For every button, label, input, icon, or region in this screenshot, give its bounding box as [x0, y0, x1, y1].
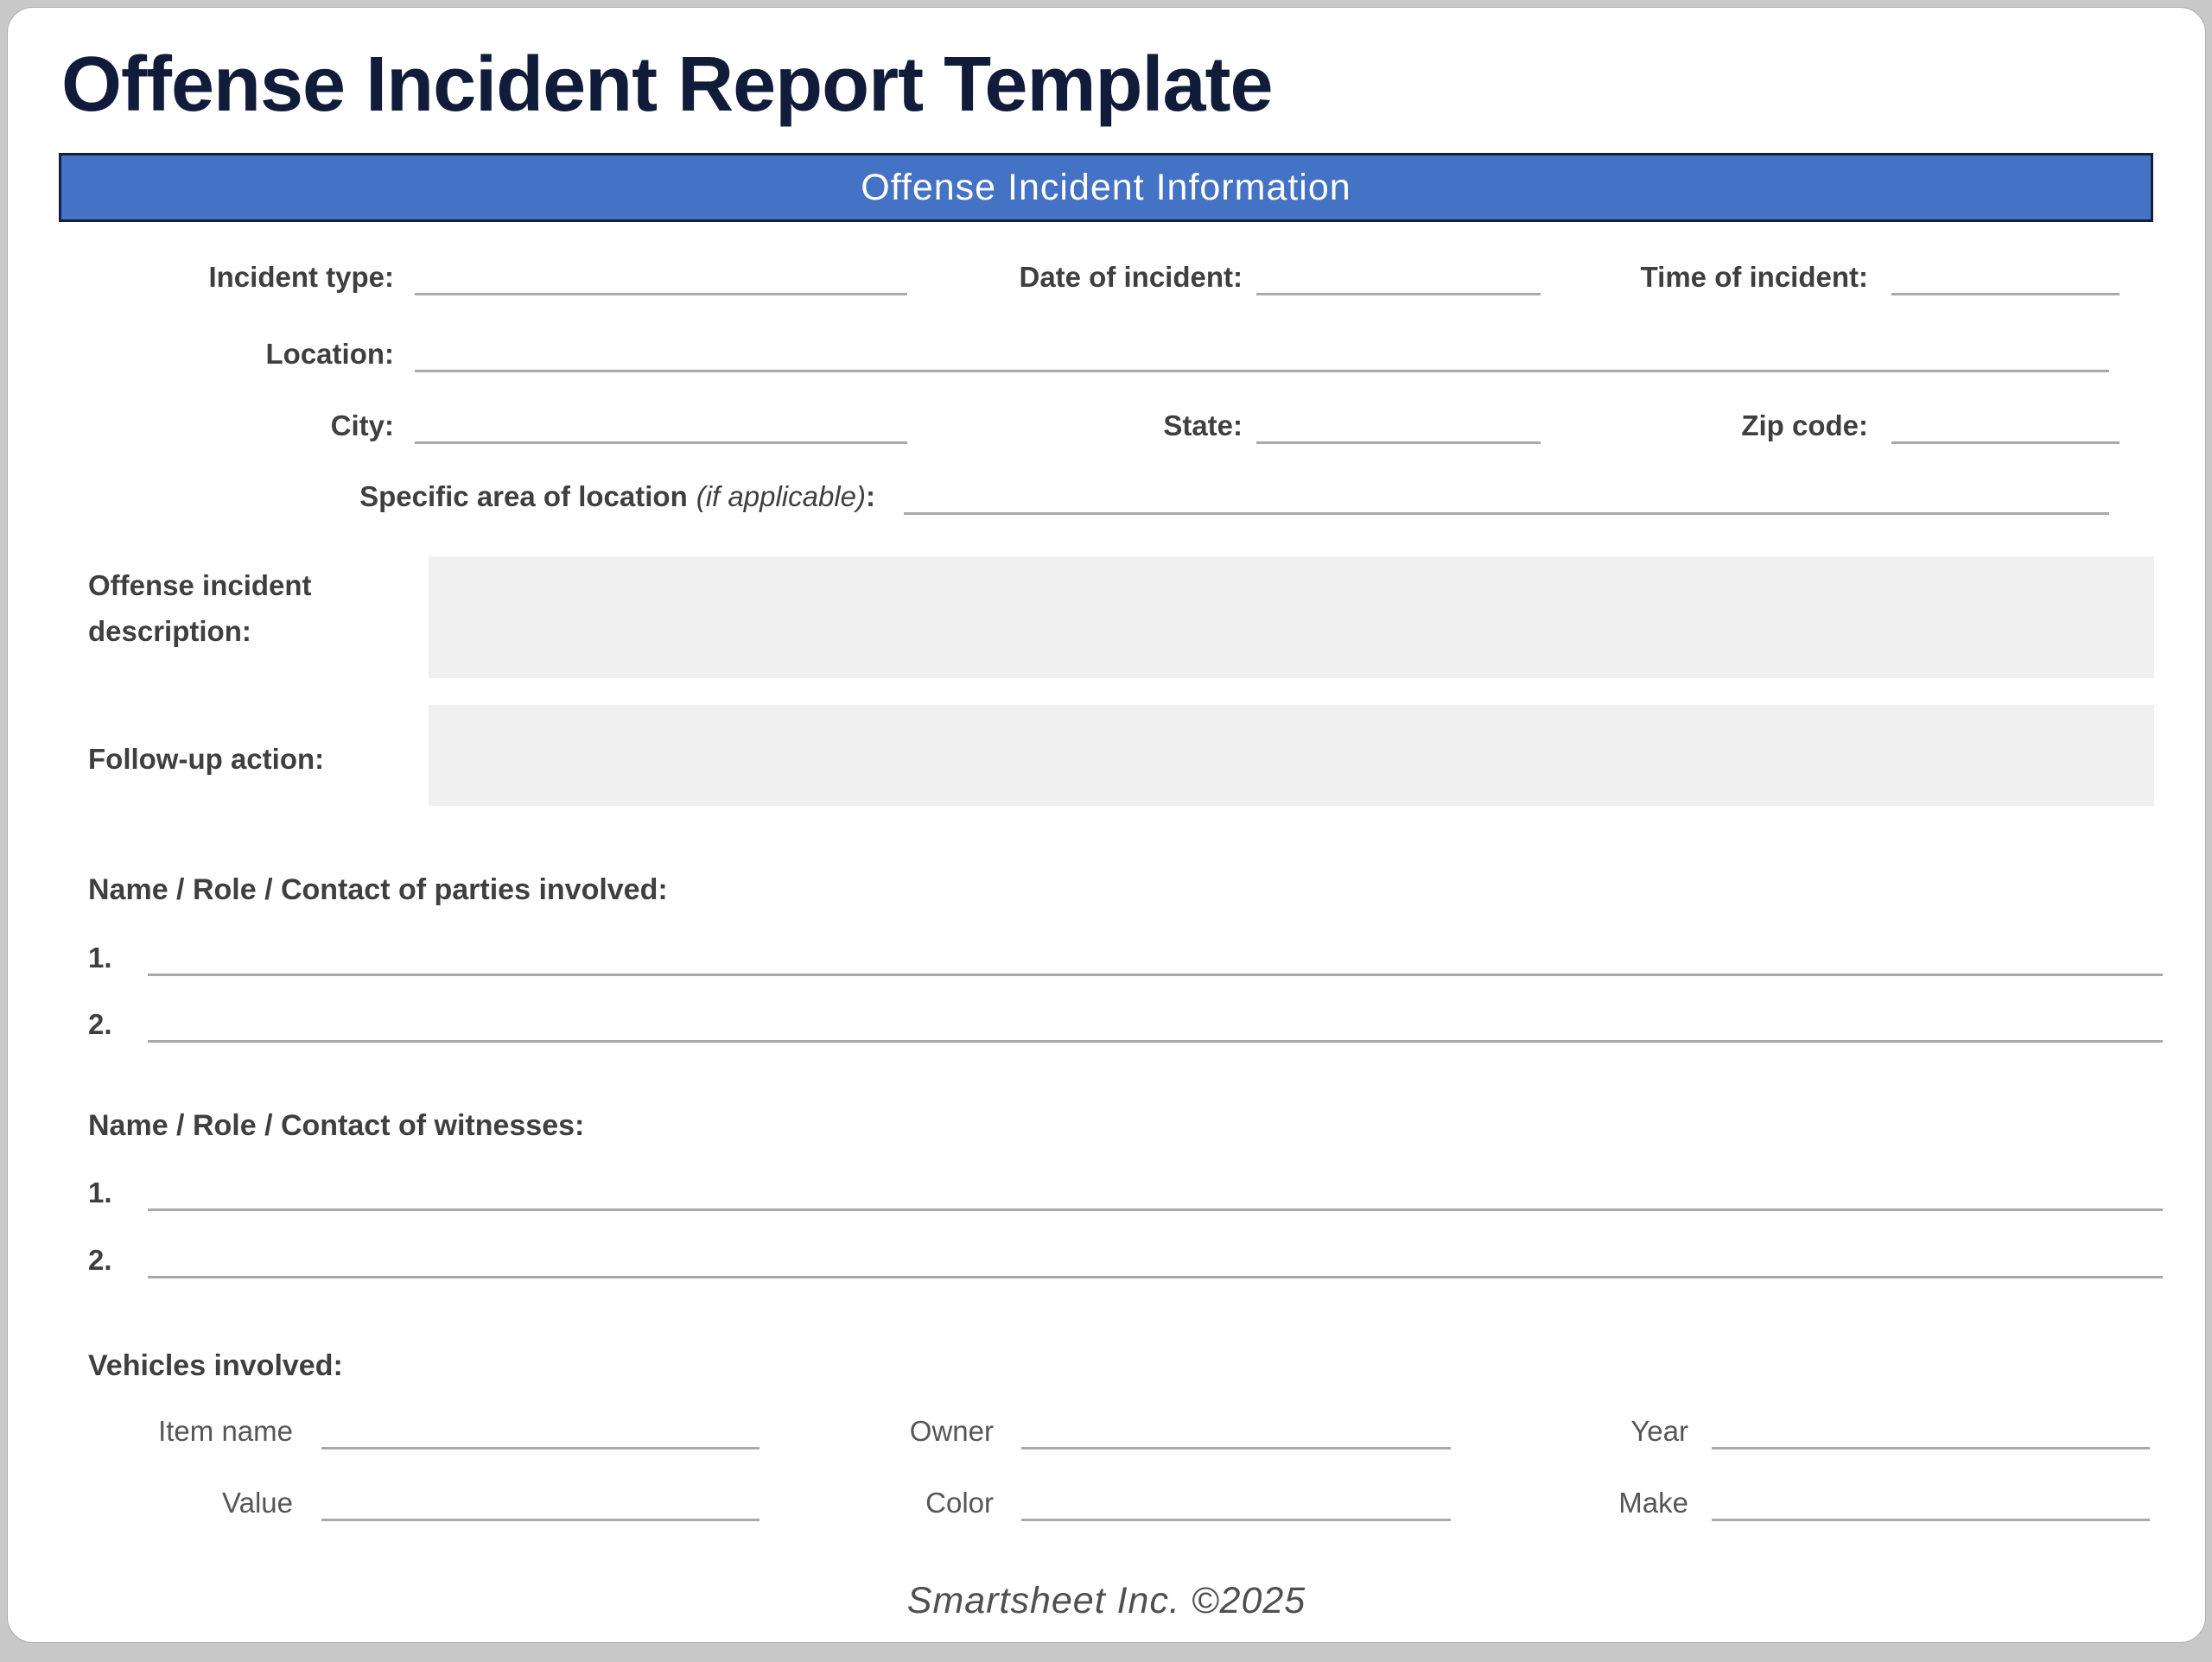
- specific-area-label: Specific area of location(if applicable)…: [94, 479, 875, 514]
- page-title: Offense Incident Report Template: [61, 41, 1273, 130]
- zip-code-input[interactable]: [1891, 408, 2120, 444]
- time-of-incident-label: Time of incident:: [1563, 260, 1868, 295]
- vehicle-year-input[interactable]: [1712, 1413, 2150, 1449]
- footer-copyright: Smartsheet Inc. ©2025: [8, 1580, 2205, 1622]
- vehicle-make-label: Make: [1468, 1486, 1688, 1520]
- parties-section-header: Name / Role / Contact of parties involve…: [88, 872, 668, 907]
- zip-code-label: Zip code:: [1563, 409, 1868, 443]
- specific-area-label-bold: Specific area of location: [359, 480, 688, 512]
- state-label: State:: [941, 409, 1243, 443]
- specific-area-input[interactable]: [904, 479, 2109, 515]
- report-document-card: Offense Incident Report Template Offense…: [7, 7, 2206, 1643]
- city-label: City:: [60, 409, 394, 443]
- witness-1-number: 1.: [88, 1176, 112, 1210]
- description-label: Offense incident description:: [88, 562, 312, 654]
- vehicle-value-label: Value: [60, 1486, 293, 1520]
- follow-up-action-input[interactable]: [429, 705, 2154, 806]
- vehicles-section-header: Vehicles involved:: [88, 1348, 343, 1383]
- page-background: { "page": { "title": "Offense Incident R…: [0, 0, 2212, 1662]
- vehicle-owner-input[interactable]: [1021, 1413, 1451, 1449]
- party-2-input[interactable]: [148, 1006, 2163, 1043]
- location-input[interactable]: [415, 336, 2109, 372]
- vehicle-value-input[interactable]: [321, 1485, 760, 1521]
- specific-area-label-colon: :: [866, 480, 875, 512]
- vehicle-owner-label: Owner: [768, 1414, 994, 1449]
- witness-2-number: 2.: [88, 1243, 112, 1278]
- date-of-incident-input[interactable]: [1256, 259, 1541, 295]
- section-header-bar: Offense Incident Information: [59, 153, 2153, 222]
- description-label-line1: Offense incident: [88, 562, 312, 608]
- state-input[interactable]: [1256, 408, 1541, 444]
- offense-description-input[interactable]: [429, 556, 2154, 678]
- witness-1-input[interactable]: [148, 1175, 2163, 1211]
- witnesses-section-header: Name / Role / Contact of witnesses:: [88, 1108, 584, 1143]
- vehicle-year-label: Year: [1468, 1414, 1688, 1449]
- follow-up-label: Follow-up action:: [88, 736, 324, 782]
- vehicle-item-name-input[interactable]: [321, 1413, 760, 1449]
- party-1-input[interactable]: [148, 940, 2163, 976]
- vehicle-make-input[interactable]: [1712, 1485, 2150, 1521]
- date-of-incident-label: Date of incident:: [941, 260, 1243, 295]
- witness-2-input[interactable]: [148, 1242, 2163, 1278]
- time-of-incident-input[interactable]: [1891, 259, 2120, 295]
- specific-area-label-italic: (if applicable): [696, 480, 866, 512]
- incident-type-input[interactable]: [415, 259, 907, 295]
- section-header-text: Offense Incident Information: [861, 167, 1351, 209]
- party-1-number: 1.: [88, 941, 112, 975]
- party-2-number: 2.: [88, 1007, 112, 1042]
- city-input[interactable]: [415, 408, 907, 444]
- vehicle-color-input[interactable]: [1021, 1485, 1451, 1521]
- description-label-line2: description:: [88, 608, 312, 654]
- incident-type-label: Incident type:: [60, 260, 394, 295]
- vehicle-color-label: Color: [768, 1486, 994, 1520]
- location-label: Location:: [60, 337, 394, 371]
- vehicle-item-name-label: Item name: [60, 1414, 293, 1449]
